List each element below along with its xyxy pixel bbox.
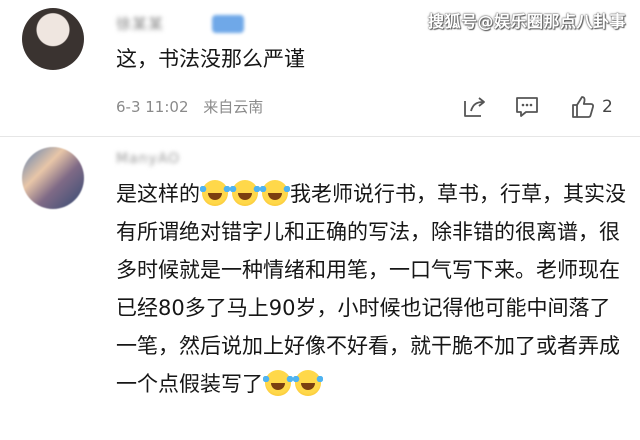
- comment-text: 是这样的 我老师说行书，草书，行草，其实没有所谓绝对错字儿和正确的写法，除非错的很…: [116, 175, 626, 403]
- comment-location: 来自云南: [203, 98, 264, 116]
- reply-button[interactable]: [512, 92, 542, 122]
- laughing-tears-emoji: [260, 180, 290, 206]
- avatar[interactable]: [22, 147, 84, 209]
- like-button[interactable]: [568, 92, 598, 122]
- share-button[interactable]: [460, 92, 490, 122]
- vip-badge: [212, 15, 244, 33]
- thumbs-up-icon: [572, 96, 595, 118]
- comment-item: ManyAO 是这样的 我老师说行书，草书，行草，其实没有所谓绝对错字儿和正确的写…: [0, 137, 640, 440]
- share-icon: [464, 97, 485, 117]
- username[interactable]: ManyAO: [116, 151, 180, 167]
- laughing-tears-emoji: [293, 370, 323, 396]
- comment-date: 6-3 11:02: [116, 98, 189, 116]
- comment-icon: [516, 97, 538, 117]
- laughing-tears-emoji: [263, 370, 293, 396]
- username[interactable]: 徐某某: [116, 13, 164, 34]
- comment-item: 徐某某 搜狐号@娱乐圈那点八卦事 这，书法没那么严谨 6-3 11:02 来自云…: [0, 0, 640, 136]
- comment-meta: 6-3 11:02 来自云南: [116, 96, 273, 117]
- watermark: 搜狐号@娱乐圈那点八卦事: [427, 12, 626, 31]
- comment-text: 这，书法没那么严谨: [116, 47, 305, 71]
- laughing-tears-emoji: [230, 180, 260, 206]
- laughing-tears-emoji: [200, 180, 230, 206]
- comment-text-part: 是这样的: [116, 182, 200, 206]
- like-count: 2: [602, 97, 613, 117]
- comment-text-part: 我老师说行书，草书，行草，其实没有所谓绝对错字儿和正确的写法，除非错的很离谱，很…: [116, 182, 626, 396]
- avatar[interactable]: [22, 8, 84, 70]
